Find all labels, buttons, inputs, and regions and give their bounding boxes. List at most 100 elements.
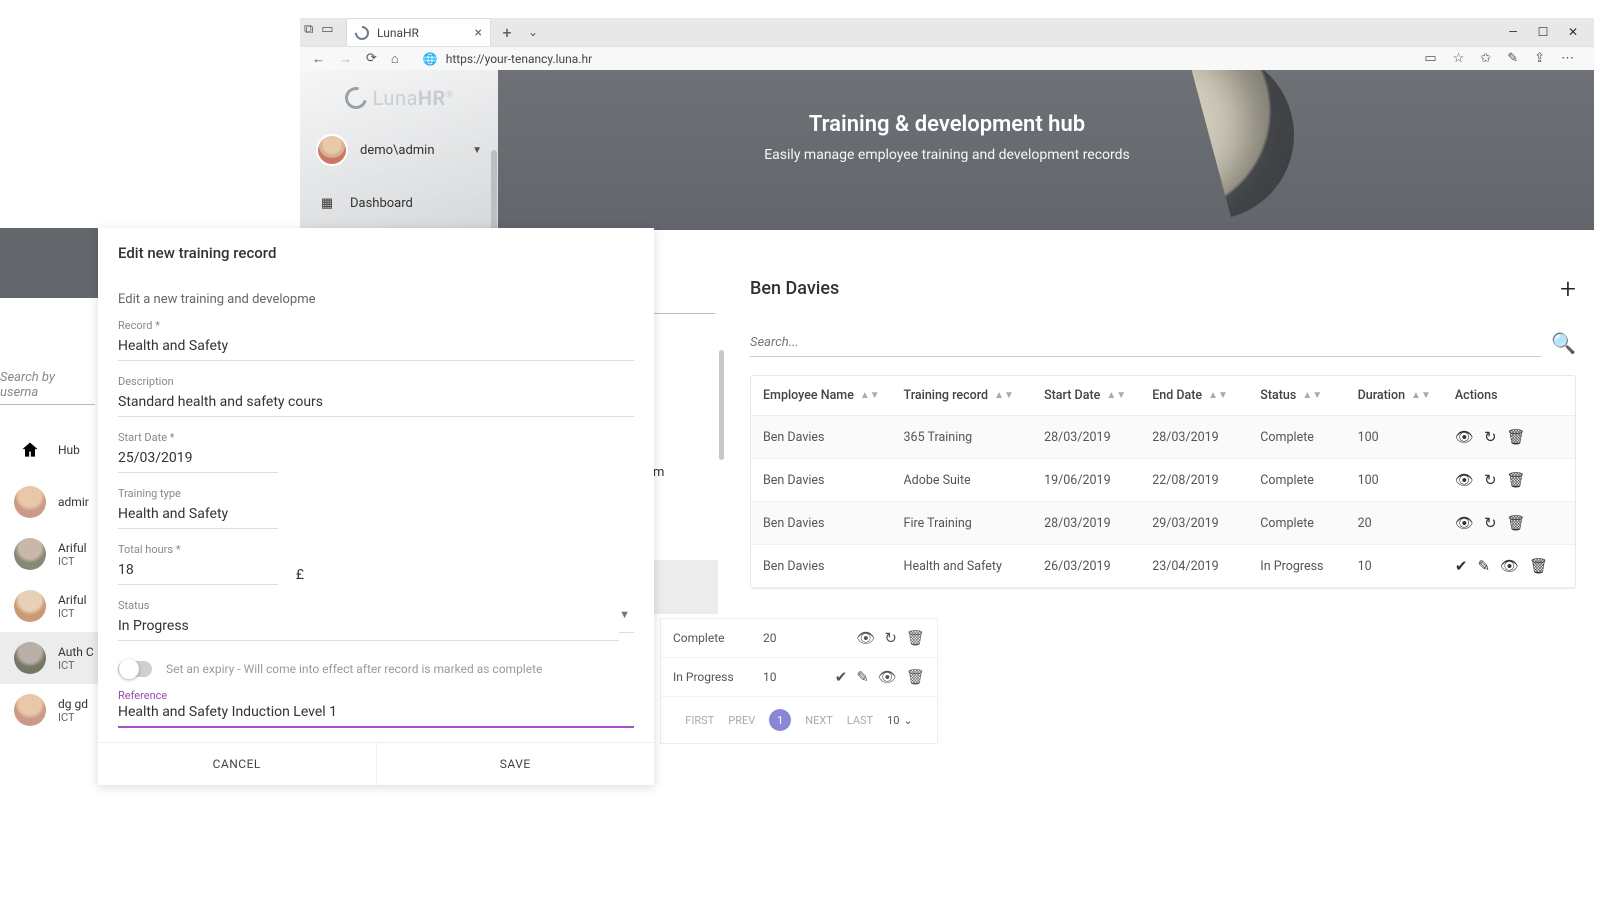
records-search-input[interactable]: [750, 329, 1541, 357]
records-panel: Ben Davies + 🔍 Employee Name▲▼ Training …: [750, 272, 1576, 589]
home-icon[interactable]: ⌂: [391, 51, 399, 67]
pager-current[interactable]: 1: [769, 709, 791, 731]
share-icon[interactable]: ⇪: [1534, 51, 1545, 66]
close-window-icon[interactable]: ✕: [1558, 18, 1588, 46]
bg-user-item[interactable]: Hub: [10, 424, 100, 476]
cell-rec: Adobe Suite: [904, 473, 1045, 488]
refresh-icon[interactable]: ⟳: [366, 51, 377, 66]
maximize-icon[interactable]: ☐: [1528, 18, 1558, 46]
eye-icon[interactable]: 👁: [1455, 514, 1474, 532]
check-icon[interactable]: ✔: [1455, 557, 1468, 575]
field-status[interactable]: Status In Progress ▼: [98, 593, 654, 649]
chevron-down-icon[interactable]: ▼: [619, 608, 634, 633]
back-icon[interactable]: ←: [312, 51, 325, 67]
current-user-chip[interactable]: demo\admin ▼: [300, 126, 498, 182]
favorites-bar-icon[interactable]: ✩: [1480, 51, 1491, 66]
eye-icon[interactable]: 👁: [1455, 428, 1474, 446]
address-bar[interactable]: 🌐 https://your-tenancy.luna.hr: [413, 52, 1411, 66]
field-value[interactable]: 25/03/2019: [118, 446, 278, 473]
field-description[interactable]: Description Standard health and safety c…: [98, 369, 654, 425]
bg-user-item[interactable]: dg gdICT: [10, 684, 100, 736]
th-duration[interactable]: Duration▲▼: [1358, 388, 1455, 403]
pager-first[interactable]: FIRST: [685, 714, 714, 727]
avatar: [14, 538, 46, 570]
table-fragment: Complete 20 👁↻🗑 In Progress 10 ✔✎👁🗑 FIRS…: [660, 618, 938, 744]
trash-icon[interactable]: 🗑: [1507, 428, 1526, 446]
save-button[interactable]: SAVE: [376, 743, 655, 785]
edit-icon[interactable]: ✎: [856, 668, 869, 686]
cell-emp: Ben Davies: [763, 473, 904, 488]
field-value[interactable]: Standard health and safety cours: [118, 390, 634, 417]
cancel-button[interactable]: CANCEL: [98, 743, 376, 785]
search-icon[interactable]: 🔍: [1551, 331, 1576, 355]
reading-view-icon[interactable]: ▭: [1424, 51, 1436, 66]
edit-icon[interactable]: ✎: [1477, 557, 1490, 575]
forward-icon[interactable]: →: [339, 51, 352, 67]
trash-icon[interactable]: 🗑: [1507, 514, 1526, 532]
cell-start: 28/03/2019: [1044, 516, 1152, 531]
table-row: Ben Davies Adobe Suite 19/06/2019 22/08/…: [751, 459, 1575, 502]
bg-user-item-selected[interactable]: Auth CICT: [0, 632, 100, 684]
cell-dur: 20: [1358, 516, 1455, 531]
pager-prev[interactable]: PREV: [728, 714, 755, 727]
window-layout-icon[interactable]: ⧉: [304, 22, 313, 37]
bg-user-item[interactable]: admir: [10, 476, 100, 528]
new-tab-button[interactable]: +: [497, 23, 517, 42]
fragment-row: In Progress 10 ✔✎👁🗑: [661, 658, 937, 697]
minimize-icon[interactable]: —: [1498, 18, 1528, 46]
field-label: Status: [118, 599, 619, 612]
cell-dur: 100: [1358, 473, 1455, 488]
trash-icon[interactable]: 🗑: [906, 629, 925, 647]
trash-icon[interactable]: 🗑: [1507, 471, 1526, 489]
refresh-icon[interactable]: ↻: [1484, 514, 1497, 532]
bg-user-item[interactable]: ArifulICT: [10, 580, 100, 632]
th-actions: Actions: [1455, 388, 1563, 403]
eye-icon[interactable]: 👁: [1500, 557, 1519, 575]
field-record[interactable]: Record * Health and Safety: [98, 313, 654, 369]
cell-status: Complete: [1260, 473, 1357, 488]
field-value[interactable]: In Progress: [118, 614, 619, 641]
th-employee[interactable]: Employee Name▲▼: [763, 388, 904, 403]
refresh-icon[interactable]: ↻: [1484, 471, 1497, 489]
refresh-icon[interactable]: ↻: [1484, 428, 1497, 446]
notes-icon[interactable]: ✎: [1507, 51, 1518, 66]
pager-next[interactable]: NEXT: [805, 714, 833, 727]
th-record[interactable]: Training record▲▼: [904, 388, 1045, 403]
window-pin-icon[interactable]: ▭: [321, 22, 333, 37]
favorite-icon[interactable]: ☆: [1453, 51, 1465, 66]
nav-dashboard[interactable]: ▦Dashboard: [300, 182, 498, 224]
check-icon[interactable]: ✔: [835, 668, 848, 686]
th-end[interactable]: End Date▲▼: [1152, 388, 1260, 403]
sidebar-scrollbar[interactable]: [491, 150, 497, 240]
field-start-date[interactable]: Start Date * 25/03/2019: [98, 425, 298, 481]
refresh-icon[interactable]: ↻: [884, 629, 897, 647]
trash-icon[interactable]: 🗑: [1529, 557, 1548, 575]
add-record-button[interactable]: +: [1560, 272, 1576, 305]
eye-icon[interactable]: 👁: [1455, 471, 1474, 489]
tabs-dropdown-icon[interactable]: ⌄: [523, 25, 543, 39]
expiry-toggle[interactable]: [118, 661, 152, 677]
browser-tab[interactable]: LunaHR ×: [346, 18, 491, 46]
user-list-scrollbar[interactable]: [719, 350, 724, 460]
reference-label: Reference: [98, 689, 654, 702]
field-training-type[interactable]: Training type Health and Safety: [98, 481, 298, 537]
reference-input[interactable]: Health and Safety Induction Level 1: [118, 704, 634, 728]
eye-icon[interactable]: 👁: [878, 668, 897, 686]
field-value[interactable]: Health and Safety: [118, 502, 278, 529]
th-status[interactable]: Status▲▼: [1260, 388, 1357, 403]
pager-last[interactable]: LAST: [847, 714, 873, 727]
pager: FIRST PREV 1 NEXT LAST 10 ⌄: [661, 697, 937, 743]
modal-subtitle: Edit a new training and developme: [98, 278, 654, 313]
sort-icon: ▲▼: [1106, 393, 1126, 398]
field-value[interactable]: Health and Safety: [118, 334, 634, 361]
th-start[interactable]: Start Date▲▼: [1044, 388, 1152, 403]
trash-icon[interactable]: 🗑: [906, 668, 925, 686]
frag-dur: 20: [763, 631, 817, 645]
eye-icon[interactable]: 👁: [856, 629, 875, 647]
bg-user-item[interactable]: ArifulICT: [10, 528, 100, 580]
pager-size[interactable]: 10 ⌄: [887, 714, 913, 727]
field-total-hours[interactable]: Total hours * 18 £: [98, 537, 298, 593]
field-value[interactable]: 18: [118, 558, 278, 585]
tab-close-icon[interactable]: ×: [475, 25, 482, 41]
more-icon[interactable]: ⋯: [1561, 51, 1574, 66]
